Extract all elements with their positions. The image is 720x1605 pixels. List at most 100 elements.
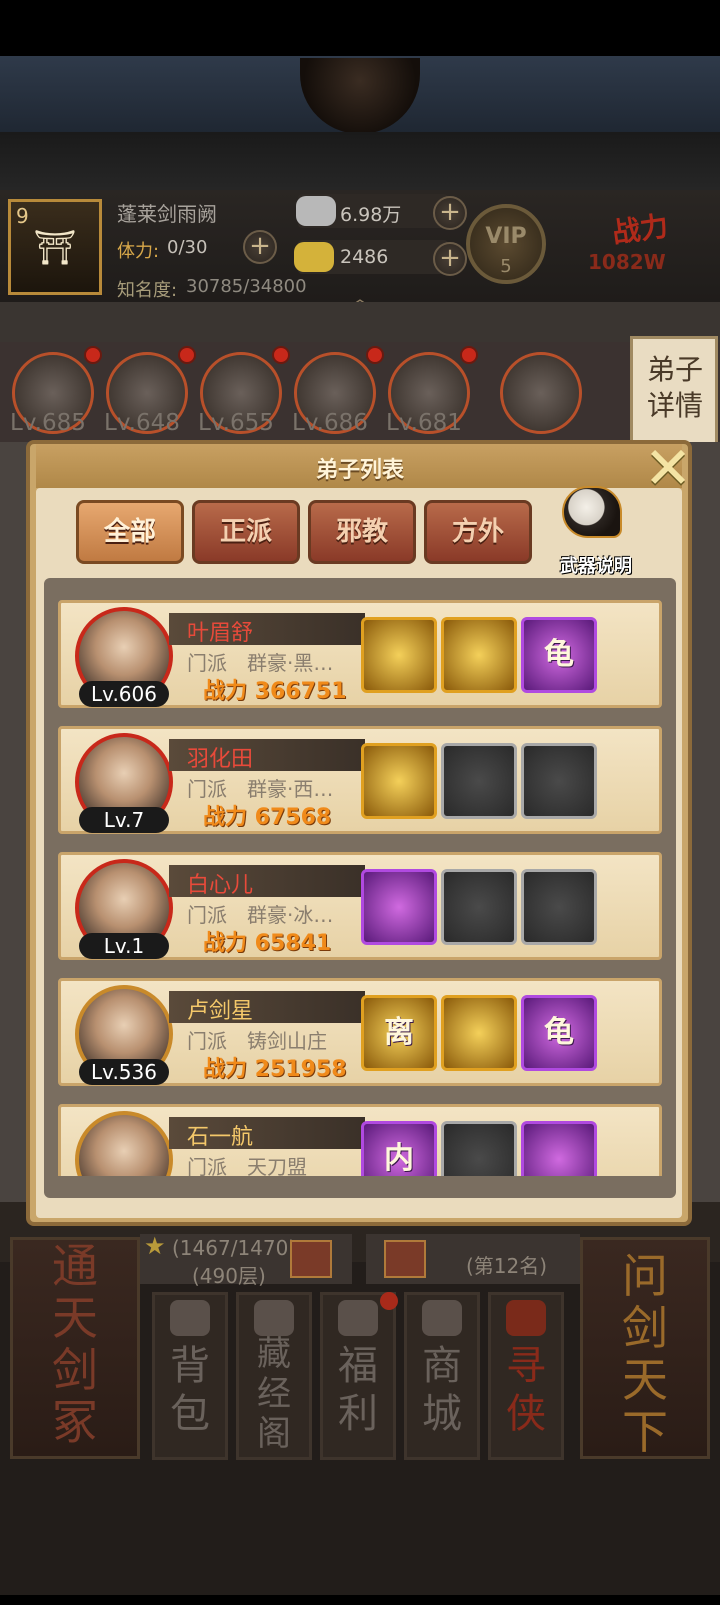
disciple-power: 战力 366751 [203,679,347,704]
skill-glyph: 龟 [544,637,574,672]
stamina-label: 体力: [117,241,160,262]
weapon-icon [562,486,622,538]
tab-all[interactable]: 全部 [76,500,184,564]
hero-level: Lv.648 [104,410,180,436]
empty-skill-slot[interactable] [521,743,597,819]
disciple-row[interactable]: 羽化田 门派 群豪·西… 战力 67568 Lv.7 [58,726,662,834]
welfare-icon [338,1300,378,1336]
notification-dot [380,1292,398,1310]
tab-outsider[interactable]: 方外 [424,500,532,564]
star-icon: ★ [144,1232,166,1260]
add-stamina-button[interactable]: + [243,230,277,264]
disciple-level: Lv.606 [79,681,169,707]
silver-ingot-icon [296,196,336,226]
skill-icon[interactable]: 离 [361,995,437,1071]
library-icon [254,1300,294,1336]
sect-name: 蓬莱剑雨阙 [117,202,217,226]
vip-level: 5 [500,256,512,277]
fame-label: 知名度: [117,280,178,301]
menu-label: 寻侠 [506,1343,546,1437]
skill-icon[interactable]: 龟 [521,995,597,1071]
empty-skill-slot[interactable] [521,869,597,945]
disciple-row[interactable]: 石一航门派 天刀盟 内 [58,1104,662,1176]
skill-glyph [364,620,434,690]
menu-label: 商城 [422,1343,462,1437]
power-label: 战力 [610,209,671,250]
disciple-level: Lv.7 [79,807,169,833]
skill-glyph [524,872,594,942]
add-silver-button[interactable]: + [433,196,467,230]
disciple-list[interactable]: 叶眉舒 门派 群豪·黑… 战力 366751 Lv.606 龟羽化田 门派 群豪·西… 战力… [44,578,676,1198]
disciple-row[interactable]: 卢剑星 门派 铸剑山庄 战力 251958 Lv.536 离 龟 [58,978,662,1086]
disciple-sect: 门派 群豪·黑… [187,651,334,675]
gift-box-icon[interactable] [290,1240,332,1278]
right-banner-label: 问剑天下 [622,1249,668,1459]
skill-icon[interactable] [441,617,517,693]
menu-label: 藏经阁 [257,1334,291,1454]
skill-glyph: 内 [384,1141,414,1176]
pagoda-icon: ⛩ [33,228,77,268]
disciple-sect: 门派 天刀盟 [187,1155,307,1176]
add-gold-button[interactable]: + [433,242,467,276]
skill-glyph [524,746,594,816]
disciple-sect: 门派 群豪·冰… [187,903,334,927]
power-value: 1082W [588,250,666,274]
disciple-level: Lv.1 [79,933,169,959]
tab-righteous[interactable]: 正派 [192,500,300,564]
disciple-name: 石一航 [187,1125,254,1150]
menu-label: 背包 [170,1343,210,1437]
silver-value: 6.98万 [340,204,402,226]
skill-icon[interactable]: 龟 [521,617,597,693]
empty-skill-slot[interactable] [441,1121,517,1176]
tower-floor: (490层) [192,1264,266,1288]
disciple-name: 白心儿 [187,873,254,898]
gold-value: 2486 [340,246,389,268]
system-nav-bar [0,1595,720,1605]
skill-glyph [364,746,434,816]
skill-glyph [364,872,434,942]
recruit-icon [506,1300,546,1336]
empty-skill-slot[interactable] [441,743,517,819]
disciple-row[interactable]: 白心儿门派 群豪·冰… 战力 65841 Lv.1 [58,852,662,960]
gift-box-icon[interactable] [384,1240,426,1278]
disciple-list-viewport[interactable]: 叶眉舒 门派 群豪·黑… 战力 366751 Lv.606 龟羽化田 门派 群豪·西… 战力… [58,578,662,1176]
sect-level: 9 [16,204,29,228]
gold-ingot-icon [294,242,334,272]
skill-icon[interactable] [361,869,437,945]
skill-icon[interactable] [521,1121,597,1176]
skill-icon[interactable] [361,617,437,693]
roof-beam [0,132,720,190]
status-bar [0,0,720,56]
skill-icon[interactable]: 内 [361,1121,437,1176]
disciple-name: 卢剑星 [187,999,254,1024]
tab-evil[interactable]: 邪教 [308,500,416,564]
disciple-avatar [75,1111,173,1176]
vip-label: VIP [485,224,527,249]
notification-dot [460,346,478,364]
notification-dot [366,346,384,364]
disciple-power: 战力 65841 [203,931,332,956]
skill-icon[interactable] [361,743,437,819]
skill-icon[interactable] [441,995,517,1071]
disciple-sect: 门派 铸剑山庄 [187,1029,327,1053]
header-divider [0,302,720,342]
disciple-power: 战力 251958 [203,1057,347,1082]
disciple-name: 叶眉舒 [187,621,254,646]
disciple-row[interactable]: 叶眉舒门派 群豪·黑… 战力 366751 Lv.606 龟 [58,600,662,708]
skill-glyph [444,1124,514,1176]
notification-dot [178,346,196,364]
disciple-detail-label: 弟子详情 [646,353,703,422]
arena-rank: (第12名) [466,1254,548,1278]
tower-progress: (1467/1470) [172,1236,297,1260]
hero-level: Lv.655 [198,410,274,436]
disciple-power: 战力 67568 [203,805,332,830]
skill-glyph [444,872,514,942]
menu-label: 福利 [338,1343,378,1437]
hero-portrait[interactable] [500,352,582,434]
fame-value: 30785/34800 [186,276,307,297]
empty-skill-slot[interactable] [441,869,517,945]
skill-glyph [524,1124,594,1176]
notification-dot [84,346,102,364]
left-banner-label: 通天剑冢 [52,1239,98,1449]
hero-level: Lv.686 [292,410,368,436]
